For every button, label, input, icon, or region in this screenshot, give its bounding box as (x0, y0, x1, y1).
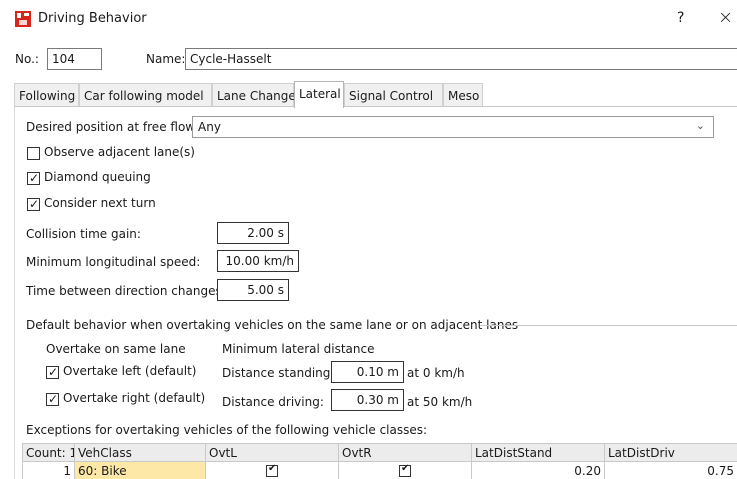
driving-behavior-icon (15, 11, 31, 27)
consider-next-turn-label: Consider next turn (44, 196, 156, 210)
tab-lateral[interactable]: Lateral (294, 81, 344, 108)
check-icon: ✓ (48, 392, 59, 406)
row-index: 1 (22, 461, 75, 479)
overtake-left-label: Overtake left (default) (63, 364, 197, 378)
col-header-latdistdriv[interactable]: LatDistDriv (604, 443, 737, 462)
distance-driving-input[interactable]: 0.30 m (331, 389, 404, 411)
window-title: Driving Behavior (38, 11, 147, 26)
consider-next-turn-checkbox[interactable]: ✓ (27, 197, 40, 211)
distance-driving-suffix: at 50 km/h (407, 395, 473, 409)
time-between-dir-input[interactable]: 5.00 s (217, 279, 289, 301)
min-long-speed-label: Minimum longitudinal speed: (26, 255, 201, 269)
ovtr-checkbox[interactable]: ✔ (399, 463, 411, 477)
exceptions-label: Exceptions for overtaking vehicles of th… (26, 423, 428, 437)
tab-signal-control[interactable]: Signal Control (344, 83, 443, 107)
distance-standing-suffix: at 0 km/h (407, 366, 465, 380)
col-header-ovtl[interactable]: OvtL (205, 443, 339, 462)
ovtl-cell[interactable]: ✔ (205, 461, 339, 479)
collision-time-gain-label: Collision time gain: (26, 227, 141, 241)
col-header-ovtr[interactable]: OvtR (338, 443, 472, 462)
exceptions-table: Count: 1 VehClass OvtL OvtR LatDistStand… (22, 443, 737, 479)
close-button[interactable]: × (718, 7, 733, 28)
name-input[interactable]: Cycle-Hasselt (185, 48, 737, 70)
min-lateral-distance-label: Minimum lateral distance (222, 342, 375, 356)
table-row[interactable]: 1 60: Bike ✔ ✔ 0.20 0.75 (22, 461, 737, 479)
tab-car-following-model[interactable]: Car following model (79, 83, 212, 107)
check-icon: ✓ (29, 171, 40, 185)
group-divider (480, 325, 737, 326)
desired-position-value: Any (198, 120, 221, 134)
ovtr-cell[interactable]: ✔ (338, 461, 472, 479)
no-input[interactable]: 104 (47, 48, 102, 70)
no-label: No.: (15, 52, 39, 66)
help-button[interactable]: ? (677, 10, 684, 26)
distance-standing-label: Distance standing: (222, 366, 335, 380)
check-icon: ✓ (48, 365, 59, 379)
latdiststand-cell[interactable]: 0.20 (471, 461, 605, 479)
tab-meso[interactable]: Meso (443, 83, 483, 107)
vehclass-cell[interactable]: 60: Bike (74, 461, 206, 479)
overtaking-group-label: Default behavior when overtaking vehicle… (26, 318, 519, 332)
time-between-dir-label: Time between direction changes: (26, 284, 226, 298)
desired-position-select[interactable]: Any ⌄ (192, 116, 714, 138)
observe-adjacent-lanes-label: Observe adjacent lane(s) (44, 145, 195, 159)
diamond-queuing-label: Diamond queuing (44, 170, 151, 184)
distance-driving-label: Distance driving: (222, 395, 324, 409)
check-icon: ✔ (268, 463, 277, 474)
diamond-queuing-checkbox[interactable]: ✓ (27, 171, 40, 185)
observe-adjacent-lanes-checkbox[interactable] (27, 147, 40, 160)
overtake-same-lane-label: Overtake on same lane (46, 342, 186, 356)
table-header-row: Count: 1 VehClass OvtL OvtR LatDistStand… (22, 443, 737, 462)
tab-lane-change[interactable]: Lane Change (212, 83, 296, 107)
chevron-down-icon: ⌄ (695, 119, 705, 132)
title-bar: Driving Behavior ? × (0, 0, 737, 38)
overtake-right-checkbox[interactable]: ✓ (46, 392, 59, 406)
overtake-left-checkbox[interactable]: ✓ (46, 365, 59, 379)
desired-position-label: Desired position at free flow: (26, 120, 199, 134)
col-header-vehclass[interactable]: VehClass (74, 443, 206, 462)
col-header-count[interactable]: Count: 1 (22, 443, 75, 462)
collision-time-gain-input[interactable]: 2.00 s (217, 222, 289, 244)
distance-standing-input[interactable]: 0.10 m (331, 361, 404, 383)
overtake-right-label: Overtake right (default) (63, 391, 206, 405)
col-header-latdiststand[interactable]: LatDistStand (471, 443, 605, 462)
header-row: No.: 104 Name: Cycle-Hasselt (0, 38, 737, 80)
name-label: Name: (146, 52, 186, 66)
min-long-speed-input[interactable]: 10.00 km/h (217, 250, 299, 272)
tab-following[interactable]: Following (14, 83, 79, 107)
check-icon: ✓ (29, 197, 40, 211)
ovtl-checkbox[interactable]: ✔ (266, 463, 278, 477)
check-icon: ✔ (401, 463, 410, 474)
latdistdriv-cell[interactable]: 0.75 (604, 461, 737, 479)
